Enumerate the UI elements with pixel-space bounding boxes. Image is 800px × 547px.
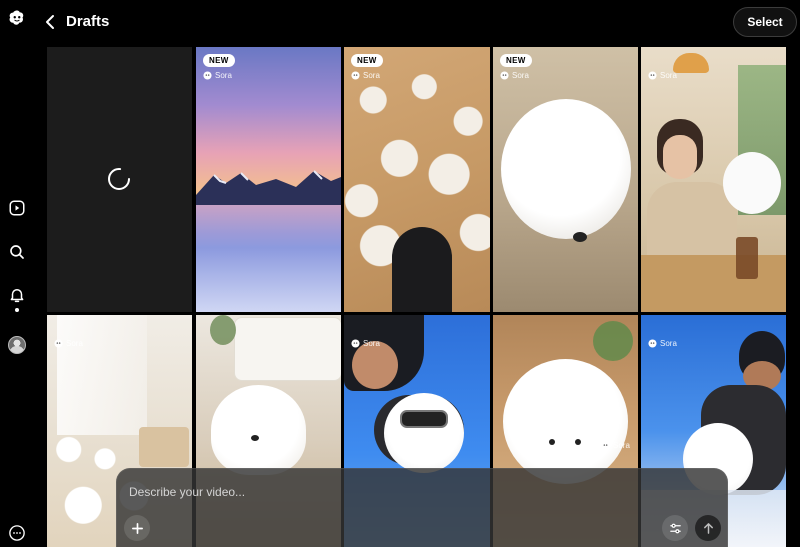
openai-logo-icon[interactable] — [7, 8, 27, 28]
sora-label: Sora — [648, 71, 677, 80]
mountain-silhouette — [196, 170, 341, 205]
sora-label: Sora — [54, 339, 83, 348]
sora-icon — [601, 441, 610, 450]
back-icon[interactable] — [44, 13, 58, 31]
prompt-input[interactable]: Describe your video... — [129, 485, 245, 499]
arrow-up-icon — [703, 522, 713, 534]
add-button[interactable] — [124, 515, 150, 541]
sora-icon — [648, 71, 657, 80]
new-badge: NEW — [500, 54, 532, 67]
sliders-icon — [669, 523, 681, 533]
new-badge: NEW — [351, 54, 383, 67]
sora-label: Sora — [601, 441, 630, 450]
bell-icon[interactable] — [8, 286, 26, 304]
notification-dot — [15, 308, 19, 312]
mountain-lake-tile[interactable]: NEW Sora — [196, 47, 341, 312]
cafe-woman-tile[interactable]: Sora — [641, 47, 786, 312]
fluffy-dog-tile[interactable]: NEW Sora — [493, 47, 638, 312]
plus-icon — [131, 522, 143, 534]
prompt-box[interactable]: Describe your video... — [116, 468, 728, 547]
sora-icon — [500, 71, 509, 80]
play-icon[interactable] — [8, 199, 26, 217]
sora-label: Sora — [648, 339, 677, 348]
sora-label: Sora — [203, 71, 232, 80]
sora-icon — [351, 71, 360, 80]
dog-crowd-tile[interactable]: NEW Sora — [344, 47, 490, 312]
sora-label: Sora — [351, 71, 380, 80]
sora-label: Sora — [500, 71, 529, 80]
sora-icon — [203, 71, 212, 80]
generating-tile[interactable] — [47, 47, 192, 312]
settings-button[interactable] — [662, 515, 688, 541]
search-icon[interactable] — [8, 243, 26, 261]
sidebar — [0, 0, 34, 547]
new-badge: NEW — [203, 54, 235, 67]
sora-label: Sora — [351, 339, 380, 348]
select-button[interactable]: Select — [733, 7, 797, 37]
more-icon[interactable] — [8, 524, 26, 542]
sora-icon — [351, 339, 360, 348]
avatar[interactable] — [8, 336, 26, 354]
sora-icon — [54, 339, 63, 348]
submit-button[interactable] — [695, 515, 721, 541]
page-title: Drafts — [66, 13, 110, 30]
loading-spinner-icon — [108, 168, 130, 190]
sora-icon — [648, 339, 657, 348]
